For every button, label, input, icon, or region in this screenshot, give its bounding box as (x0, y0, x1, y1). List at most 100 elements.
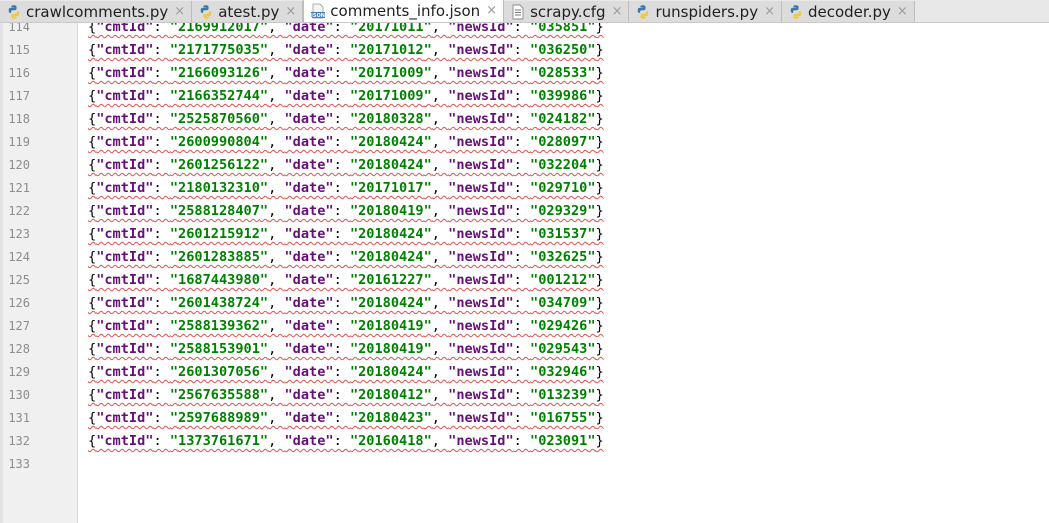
date-value: 20180424 (358, 157, 424, 173)
comma: , (268, 364, 285, 380)
json-key-newsid: "newsId" (448, 42, 514, 58)
newsid-value: 029329 (538, 203, 588, 219)
colon: : (153, 226, 170, 242)
quote: " (587, 387, 596, 403)
colon: : (333, 433, 350, 449)
code-line[interactable]: {"cmtId": "2588153901", "date": "2018041… (88, 338, 604, 361)
quote: " (423, 88, 432, 104)
json-key-cmtid: "cmtId" (96, 249, 154, 265)
quote: " (349, 157, 359, 173)
newsid-value: 024182 (538, 111, 588, 127)
colon: : (333, 272, 350, 288)
colon: : (513, 433, 531, 449)
date-value: 20171012 (358, 42, 424, 58)
tab-label: comments_info.json (330, 2, 481, 20)
close-icon[interactable]: × (612, 2, 623, 22)
quote: " (587, 88, 596, 104)
quote: " (349, 180, 359, 196)
tab-decoder-py[interactable]: decoder.py × (781, 1, 915, 22)
code-line[interactable]: {"cmtId": "2600990804", "date": "2018042… (88, 131, 604, 154)
code-line[interactable]: {"cmtId": "2601307056", "date": "2018042… (88, 361, 604, 384)
code-line[interactable]: {"cmtId": "2169912017", "date": "2017101… (88, 23, 604, 39)
code-line[interactable]: {"cmtId": "1373761671", "date": "2016041… (88, 430, 604, 453)
line-number: 123 (8, 227, 30, 241)
brace-open: { (88, 364, 97, 380)
cmtid-value: 2588128407 (178, 203, 260, 219)
brace-open: { (88, 157, 97, 173)
close-icon[interactable]: × (285, 2, 296, 22)
cmtid-value: 2166093126 (178, 65, 260, 81)
quote: " (530, 65, 539, 81)
brace-open: { (88, 410, 97, 426)
code-line[interactable]: {"cmtId": "2171775035", "date": "2017101… (88, 39, 604, 62)
brace-close: } (595, 433, 604, 449)
code-line[interactable]: {"cmtId": "2166352744", "date": "2017100… (88, 85, 604, 108)
date-value: 20180424 (358, 226, 424, 242)
code-line[interactable]: {"cmtId": "2567635588", "date": "2018041… (88, 384, 604, 407)
tab-crawlcomments-py[interactable]: crawlcomments.py × (0, 1, 193, 22)
line-number: 127 (8, 319, 30, 333)
colon: : (333, 387, 350, 403)
tab-label: scrapy.cfg (530, 2, 606, 21)
code-line[interactable]: {"cmtId": "2588139362", "date": "2018041… (88, 315, 604, 338)
code-line[interactable]: {"cmtId": "2525870560", "date": "2018032… (88, 108, 604, 131)
json-key-date: "date" (284, 387, 334, 403)
code-line[interactable]: {"cmtId": "2597688989", "date": "2018042… (88, 407, 604, 430)
quote: " (349, 410, 359, 426)
quote: " (530, 341, 539, 357)
code-line[interactable]: {"cmtId": "2601215912", "date": "2018042… (88, 223, 604, 246)
json-key-date: "date" (284, 134, 334, 150)
code-line[interactable]: {"cmtId": "2601438724", "date": "2018042… (88, 292, 604, 315)
code-line[interactable]: {"cmtId": "2588128407", "date": "2018041… (88, 200, 604, 223)
colon: : (513, 364, 531, 380)
quote: " (587, 65, 596, 81)
tab-scrapy-cfg[interactable]: scrapy.cfg × (504, 1, 630, 22)
code-line[interactable]: {"cmtId": "1687443980", "date": "2016122… (88, 269, 604, 292)
quote: " (587, 272, 596, 288)
quote: " (349, 226, 359, 242)
brace-close: } (595, 364, 604, 380)
line-number: 124 (8, 250, 30, 264)
tab-atest-py[interactable]: atest.py × (192, 1, 304, 22)
quote: " (530, 318, 539, 334)
code-line[interactable]: {"cmtId": "2601256122", "date": "2018042… (88, 154, 604, 177)
colon: : (513, 387, 531, 403)
colon: : (333, 341, 350, 357)
brace-close: } (595, 134, 604, 150)
code-line[interactable]: {"cmtId": "2180132310", "date": "2017101… (88, 177, 604, 200)
line-number: 130 (8, 388, 30, 402)
json-key-cmtid: "cmtId" (96, 226, 154, 242)
close-icon[interactable]: × (897, 2, 908, 22)
code-line[interactable]: {"cmtId": "2166093126", "date": "2017100… (88, 62, 604, 85)
line-number: 117 (8, 89, 30, 103)
tab-label: atest.py (218, 2, 280, 21)
brace-close: } (595, 157, 604, 173)
close-icon[interactable]: × (486, 1, 497, 21)
close-icon[interactable]: × (764, 2, 775, 22)
date-value: 20180424 (358, 134, 424, 150)
tab-label: crawlcomments.py (26, 2, 169, 21)
close-icon[interactable]: × (174, 2, 185, 22)
python-file-icon (788, 4, 804, 20)
colon: : (513, 249, 531, 265)
quote: " (530, 410, 539, 426)
json-key-date: "date" (284, 88, 334, 104)
line-number: 133 (8, 457, 30, 471)
tab-runspiders-py[interactable]: runspiders.py × (629, 1, 782, 22)
cmtid-value: 2601215912 (178, 226, 260, 242)
code-line[interactable]: {"cmtId": "2601283885", "date": "2018042… (88, 246, 604, 269)
quote: " (259, 226, 269, 242)
tab-comments-info-json[interactable]: JSON comments_info.json × (303, 0, 505, 22)
newsid-value: 039986 (538, 88, 588, 104)
quote: " (169, 433, 179, 449)
code-editor[interactable]: {"cmtId": "2169912017", "date": "2017101… (78, 23, 1049, 523)
newsid-value: 032946 (538, 364, 588, 380)
date-value: 20180419 (358, 341, 424, 357)
colon: : (153, 23, 170, 35)
brace-close: } (595, 88, 604, 104)
quote: " (587, 433, 596, 449)
brace-close: } (595, 249, 604, 265)
quote: " (169, 157, 179, 173)
comma: , (268, 88, 285, 104)
quote: " (587, 249, 596, 265)
